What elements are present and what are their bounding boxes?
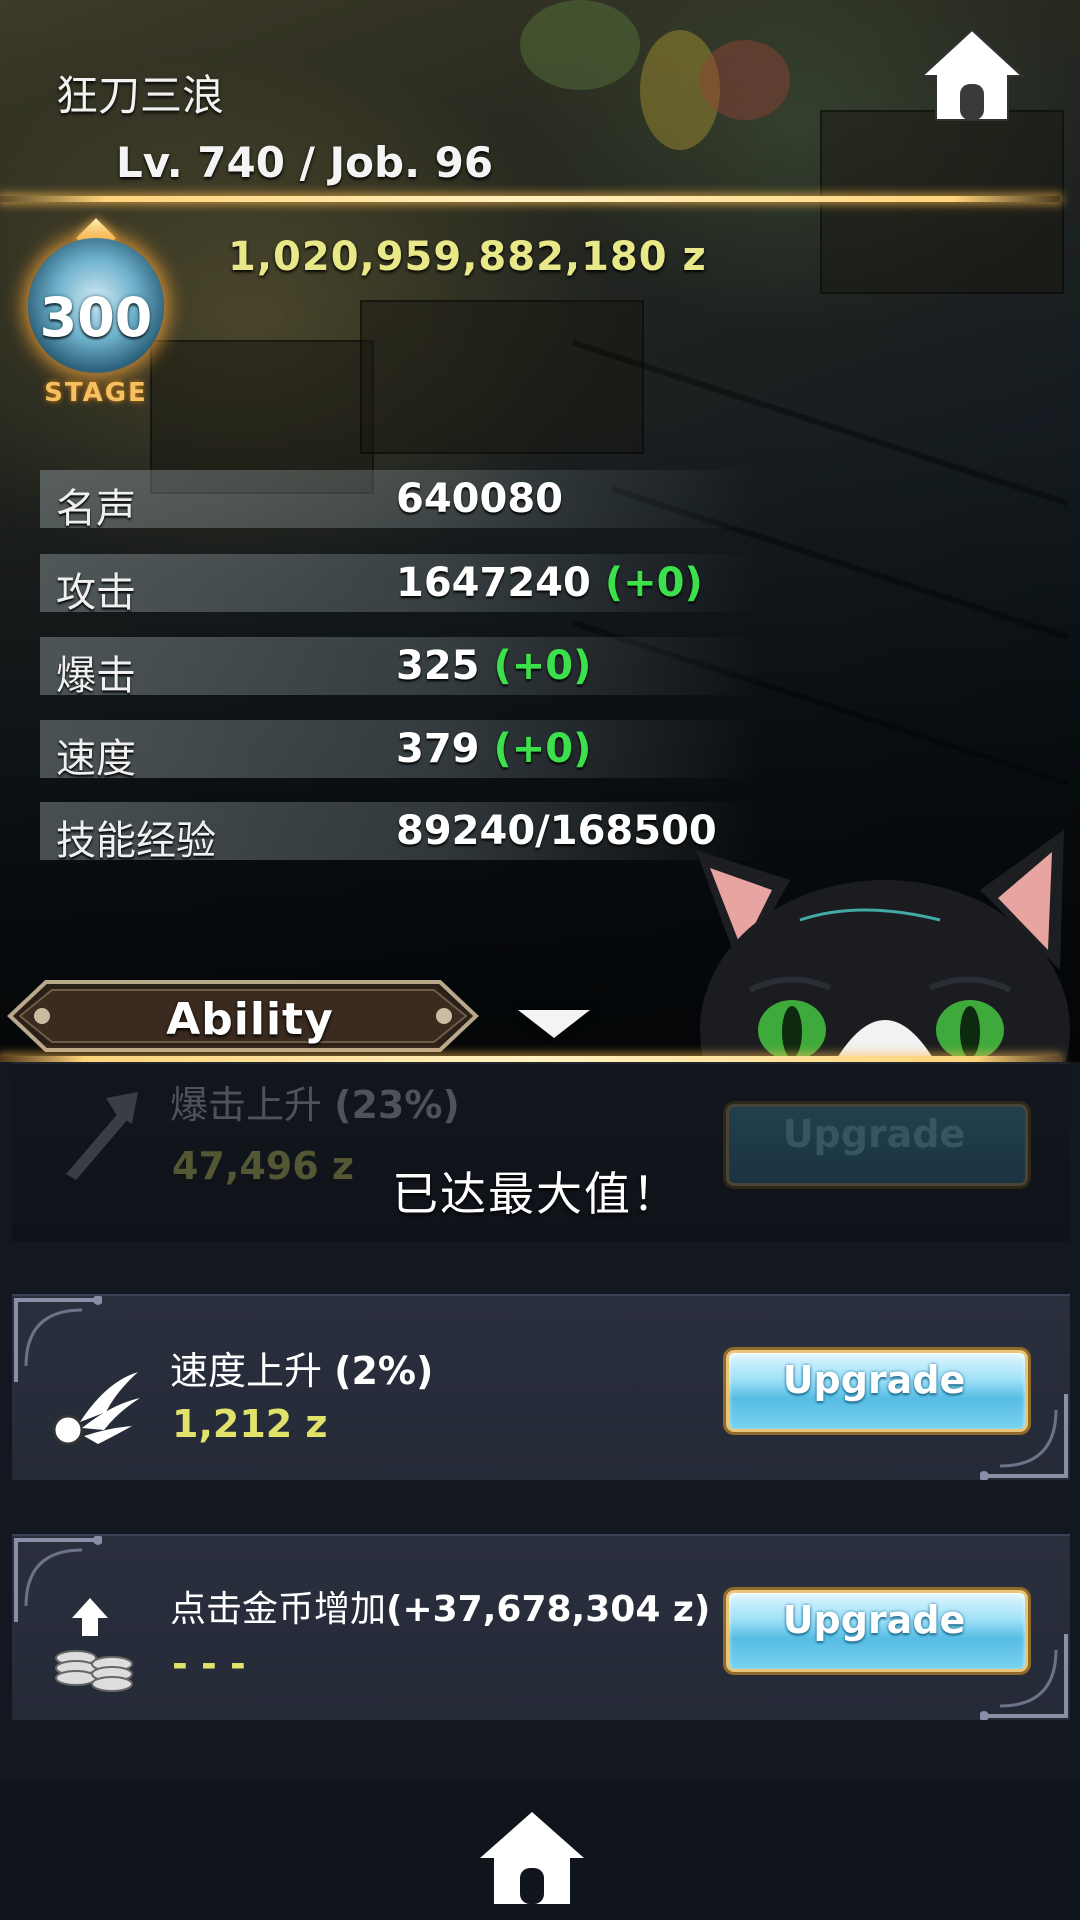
crit-sword-icon: [66, 1092, 138, 1180]
ability-title: 点击金币增加(+37,678,304 z): [170, 1589, 711, 1630]
ability-cost: - - -: [172, 1642, 246, 1686]
stat-row-fame: 名声 640080: [40, 470, 760, 532]
stage-number: 300: [39, 286, 153, 349]
ability-card-click-gold: 点击金币增加(+37,678,304 z) - - - Upgrade: [12, 1534, 1070, 1720]
stat-label: 攻击: [56, 570, 136, 616]
stat-value: 1647240 (+0): [396, 560, 703, 606]
ability-tab[interactable]: Ability: [120, 994, 380, 1045]
stat-bonus: (+0): [493, 726, 592, 772]
gold-amount: 1,020,959,882,180 z: [228, 234, 707, 280]
stat-value: 379 (+0): [396, 726, 592, 772]
upgrade-button-label: Upgrade: [782, 1598, 966, 1642]
upgrade-button-label: Upgrade: [782, 1358, 966, 1402]
ability-title: 速度上升 (2%): [170, 1349, 434, 1393]
stat-bonus: (+0): [604, 560, 703, 606]
upgrade-button-speed[interactable]: Upgrade: [712, 1336, 1036, 1440]
stat-row-crit: 爆击 325 (+0): [40, 637, 760, 699]
stat-label: 名声: [56, 486, 136, 532]
stat-label: 技能经验: [56, 818, 216, 864]
ability-cost: 47,496 z: [172, 1144, 354, 1188]
stat-value: 640080: [396, 476, 563, 522]
upgrade-button-crit[interactable]: Upgrade: [712, 1090, 1036, 1194]
triangle-down-icon[interactable]: [518, 1010, 590, 1038]
cat-mascot: [696, 830, 1070, 1070]
stat-value: 89240/168500: [396, 808, 717, 854]
ability-cost: 1,212 z: [172, 1402, 328, 1446]
ability-title: 爆击上升 (23%): [170, 1083, 460, 1127]
coin-stack-up-icon: [55, 1598, 133, 1692]
stat-row-attack: 攻击 1647240 (+0): [40, 554, 760, 616]
stat-value: 325 (+0): [396, 643, 592, 689]
home-icon[interactable]: [916, 24, 1028, 126]
ability-card-speed: 速度上升 (2%) 1,212 z Upgrade: [12, 1294, 1070, 1480]
upgrade-button-click-gold[interactable]: Upgrade: [712, 1576, 1036, 1680]
level-job-text: Lv. 740 / Job. 96: [116, 138, 494, 187]
stat-label: 速度: [56, 736, 136, 782]
max-reached-toast: 已达最大值！: [392, 1167, 680, 1221]
home-icon[interactable]: [476, 1808, 588, 1908]
stage-label: STAGE: [44, 378, 148, 408]
stat-row-speed: 速度 379 (+0): [40, 720, 760, 782]
player-name: 狂刀三浪: [56, 71, 225, 120]
upgrade-button-label: Upgrade: [782, 1112, 966, 1156]
stat-bonus: (+0): [493, 643, 592, 689]
stat-label: 爆击: [56, 653, 136, 699]
header-divider: [0, 196, 1060, 202]
wing-speed-icon: [52, 1372, 140, 1446]
stat-row-skill-exp: 技能经验 89240/168500: [40, 802, 760, 864]
